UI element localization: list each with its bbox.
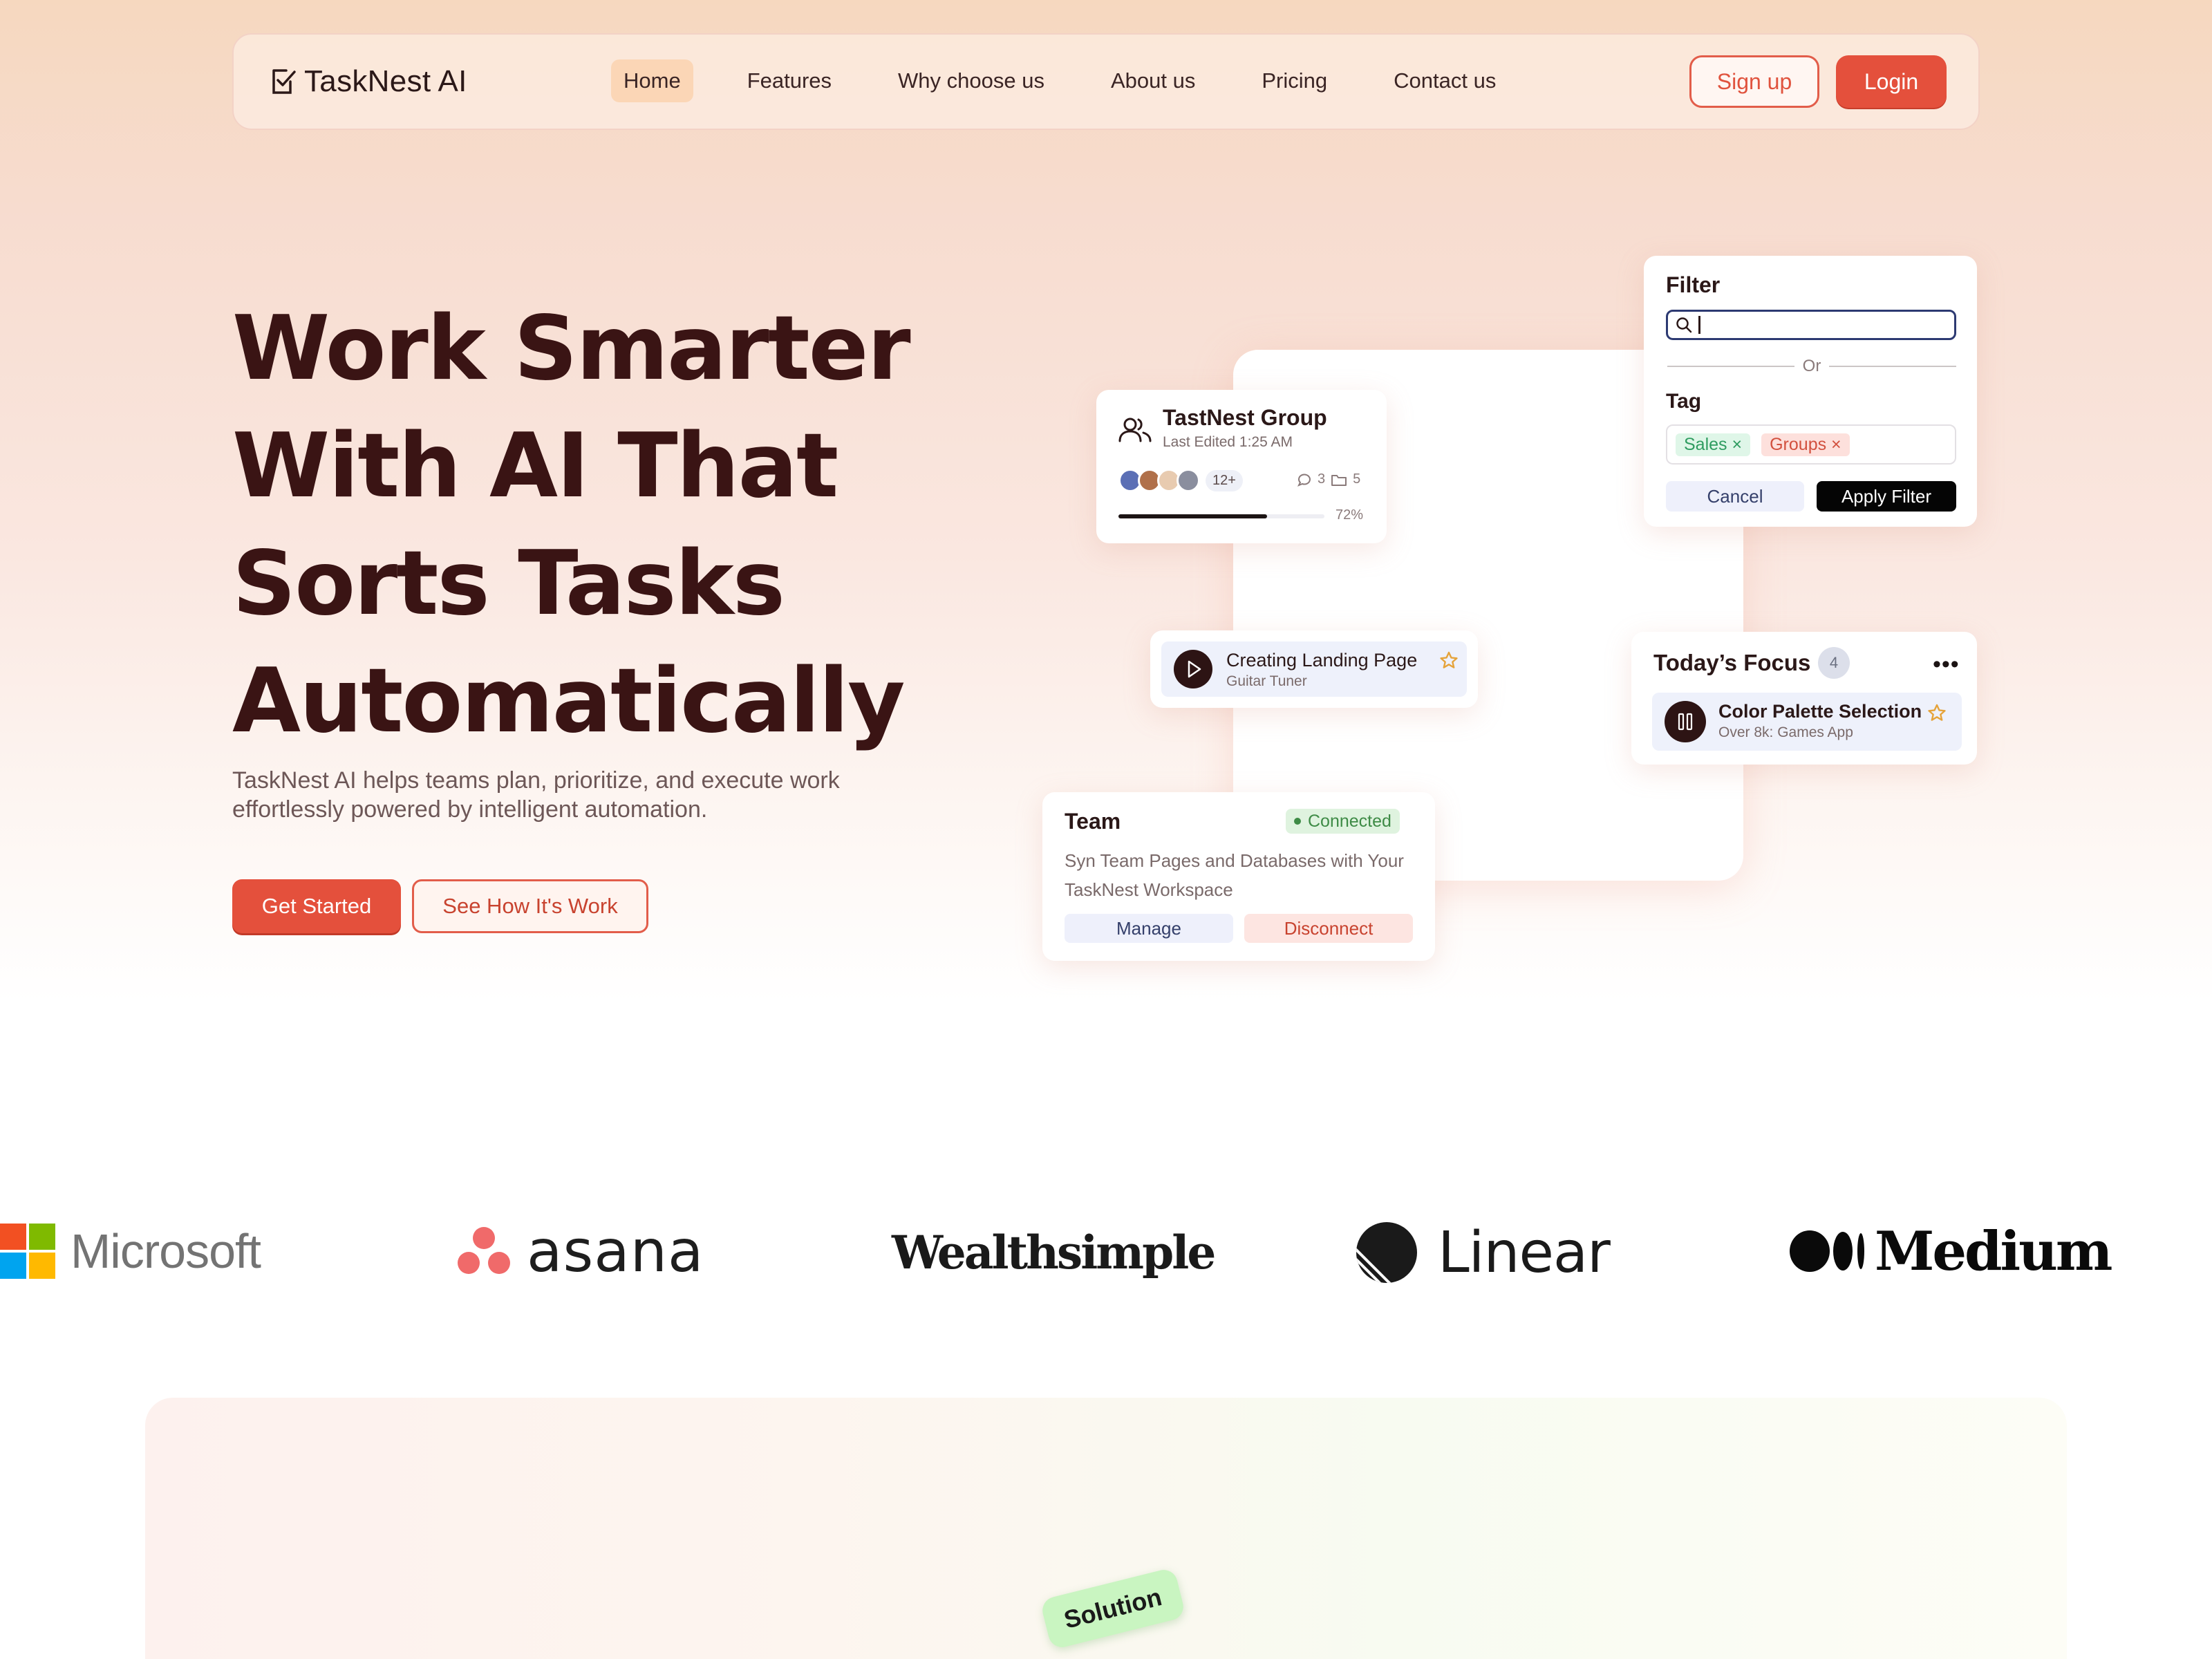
group-progress-bar	[1118, 514, 1324, 518]
medium-mark-icon	[1790, 1230, 1864, 1272]
manage-button[interactable]: Manage	[1065, 914, 1233, 943]
nav-item-why-choose-us[interactable]: Why choose us	[885, 59, 1057, 102]
users-icon	[1118, 418, 1152, 442]
or-label: Or	[1802, 357, 1821, 375]
star-icon[interactable]	[1438, 650, 1460, 672]
linear-mark-icon	[1356, 1222, 1417, 1283]
avatar	[1177, 469, 1200, 492]
focus-item-title: Color Palette Selection	[1718, 701, 1922, 722]
remove-tag-icon[interactable]: ×	[1831, 435, 1841, 454]
group-progress-label: 72%	[1335, 507, 1364, 523]
filter-cancel-button[interactable]: Cancel	[1666, 481, 1804, 512]
hero-title-line: Automatically	[232, 650, 906, 753]
nav-item-about-us[interactable]: About us	[1098, 59, 1208, 102]
group-card[interactable]: TastNest Group Last Edited 1:25 AM 12+ 3…	[1096, 390, 1387, 543]
nav-item-contact-us[interactable]: Contact us	[1381, 59, 1508, 102]
or-divider: Or	[1667, 353, 1957, 380]
comment-icon	[1297, 474, 1311, 487]
get-started-button[interactable]: Get Started	[232, 879, 401, 933]
tag-input[interactable]: Sales × Groups ×	[1666, 424, 1956, 465]
group-card-subtitle: Last Edited 1:25 AM	[1163, 434, 1293, 450]
folder-count: 5	[1353, 471, 1361, 487]
todays-focus-card: Today’s Focus 4 ••• Color Palette Select…	[1631, 632, 1977, 765]
more-options-icon[interactable]: •••	[1933, 651, 1960, 678]
see-how-it-works-button[interactable]: See How It's Work	[412, 879, 648, 933]
filter-search-input[interactable]	[1666, 310, 1956, 340]
hero-subtitle: TaskNest AI helps teams plan, prioritize…	[232, 767, 840, 823]
filter-card: Filter Or Tag Sales × Groups × Cancel Ap…	[1644, 256, 1977, 527]
team-description: Syn Team Pages and Databases with Your T…	[1065, 850, 1404, 900]
asana-wordmark: asana	[527, 1217, 704, 1285]
play-button[interactable]	[1174, 650, 1212, 688]
nav-item-pricing[interactable]: Pricing	[1249, 59, 1340, 102]
connection-status-badge: Connected	[1286, 809, 1400, 834]
medium-wordmark: Medium	[1875, 1219, 2112, 1283]
disconnect-button[interactable]: Disconnect	[1244, 914, 1413, 943]
status-dot	[1294, 818, 1301, 825]
folder-icon	[1331, 474, 1347, 486]
play-icon	[1188, 660, 1201, 678]
task-subtitle: Guitar Tuner	[1226, 673, 1307, 689]
nav-links: Home Features Why choose us About us Pri…	[611, 59, 1550, 102]
brand-logo[interactable]: TaskNest AI	[270, 62, 467, 101]
signup-button[interactable]: Sign up	[1689, 55, 1819, 108]
tag-chip-label: Groups	[1770, 434, 1827, 454]
task-card[interactable]: Creating Landing Page Guitar Tuner	[1150, 630, 1478, 708]
asana-dots-icon	[458, 1227, 510, 1274]
linear-logo: Linear	[1355, 1218, 1611, 1287]
brand-name: TaskNest AI	[304, 64, 467, 98]
connection-status-label: Connected	[1308, 811, 1391, 831]
focus-item[interactable]: Color Palette Selection Over 8k: Games A…	[1652, 693, 1962, 751]
nav-item-features[interactable]: Features	[735, 59, 844, 102]
group-card-title: TastNest Group	[1163, 405, 1327, 430]
check-note-icon	[272, 69, 296, 94]
team-title: Team	[1065, 809, 1121, 834]
login-button[interactable]: Login	[1836, 55, 1947, 108]
tag-chip-groups[interactable]: Groups ×	[1761, 433, 1850, 456]
avatar-more-count: 12+	[1206, 469, 1243, 491]
group-progress-fill	[1118, 514, 1267, 518]
hero-title-line: Work Smarter	[232, 297, 911, 400]
hero-title-line: With AI That	[232, 415, 838, 518]
medium-logo: Medium	[1789, 1218, 2112, 1284]
nav-item-home[interactable]: Home	[611, 59, 693, 102]
apply-filter-button[interactable]: Apply Filter	[1817, 481, 1956, 512]
remove-tag-icon[interactable]: ×	[1732, 435, 1743, 454]
pause-icon	[1678, 713, 1693, 731]
team-card: Team Connected Syn Team Pages and Databa…	[1042, 792, 1435, 961]
group-card-meta: 3 5	[1297, 471, 1360, 487]
filter-title: Filter	[1666, 272, 1721, 297]
focus-count-badge: 4	[1818, 647, 1850, 679]
microsoft-logo: Microsoft	[0, 1221, 261, 1282]
pause-button[interactable]	[1665, 701, 1706, 742]
avatar-stack: 12+	[1118, 469, 1243, 492]
asana-logo: asana	[456, 1217, 704, 1285]
microsoft-squares-icon	[0, 1224, 55, 1279]
task-title: Creating Landing Page	[1226, 650, 1418, 671]
focus-item-subtitle: Over 8k: Games App	[1718, 724, 1853, 740]
text-cursor	[1698, 316, 1700, 334]
tag-chip-label: Sales	[1684, 434, 1727, 454]
task-item[interactable]: Creating Landing Page Guitar Tuner	[1161, 641, 1467, 697]
star-icon[interactable]	[1926, 702, 1948, 724]
linear-wordmark: Linear	[1438, 1219, 1611, 1286]
wealthsimple-logo: Wealthsimple	[892, 1226, 1216, 1280]
hero-title-line: Sorts Tasks	[232, 532, 785, 635]
focus-title: Today’s Focus	[1653, 650, 1811, 675]
microsoft-wordmark: Microsoft	[71, 1224, 261, 1278]
tag-chip-sales[interactable]: Sales ×	[1676, 433, 1751, 456]
comment-count: 3	[1318, 471, 1326, 487]
tag-label: Tag	[1666, 390, 1702, 413]
search-icon	[1676, 317, 1692, 333]
hero-title: Work Smarter With AI That Sorts Tasks Au…	[232, 290, 1062, 760]
